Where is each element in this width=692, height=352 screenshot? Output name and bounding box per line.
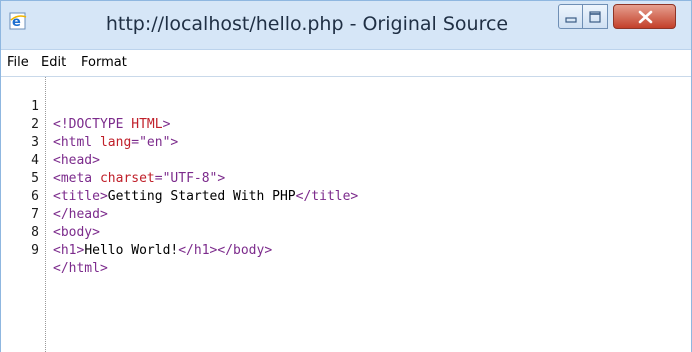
- source-editor[interactable]: 1 <!DOCTYPE HTML> 2 <html lang="en"> 3 <…: [1, 76, 691, 352]
- title-bar[interactable]: e http://localhost/hello.php - Original …: [1, 1, 691, 49]
- minimize-button[interactable]: [558, 4, 583, 29]
- source-window: e http://localhost/hello.php - Original …: [0, 0, 692, 352]
- line-number: 9: [31, 243, 39, 258]
- close-icon: [638, 10, 653, 24]
- code-line: 7 <body>: [1, 188, 691, 240]
- maximize-button[interactable]: [583, 4, 608, 29]
- code-line: 8 <h1>Hello World!</h1></body>: [1, 206, 691, 258]
- menu-bar: File Edit Format: [1, 49, 691, 76]
- code-line: 1 <!DOCTYPE HTML>: [1, 80, 691, 132]
- code-line: 3 <head>: [1, 116, 691, 168]
- maximize-icon: [589, 11, 601, 23]
- code-line: 2 <html lang="en">: [1, 98, 691, 150]
- close-button[interactable]: [613, 4, 676, 29]
- menu-edit[interactable]: Edit: [41, 55, 66, 70]
- minimize-icon: [565, 17, 577, 23]
- code-line: 9 </html>: [1, 224, 691, 276]
- menu-format[interactable]: Format: [81, 55, 127, 70]
- window-title: http://localhost/hello.php - Original So…: [105, 13, 509, 35]
- code-text: <h1>Hello World!</h1></body>: [53, 243, 273, 258]
- code-text: </html>: [53, 261, 108, 276]
- code-line: 6 </head>: [1, 170, 691, 222]
- code-line: 5 <title>Getting Started With PHP</title…: [1, 152, 691, 204]
- code-line: 4 <meta charset="UTF-8">: [1, 134, 691, 186]
- menu-file[interactable]: File: [7, 55, 29, 70]
